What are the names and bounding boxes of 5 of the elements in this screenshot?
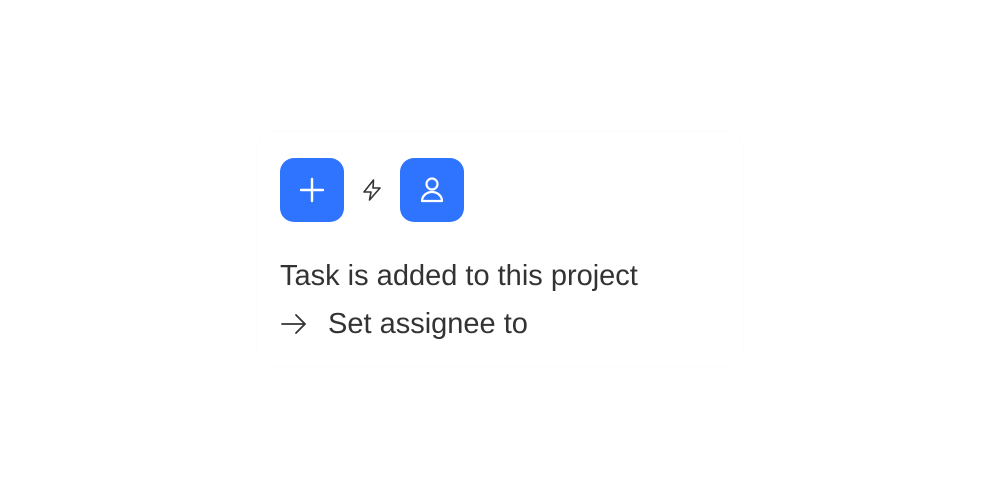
- plus-icon: [280, 158, 344, 222]
- arrow-icon: [280, 312, 308, 336]
- person-icon: [400, 158, 464, 222]
- trigger-text: Task is added to this project: [280, 259, 639, 294]
- action-text: Set assignee to: [328, 307, 528, 342]
